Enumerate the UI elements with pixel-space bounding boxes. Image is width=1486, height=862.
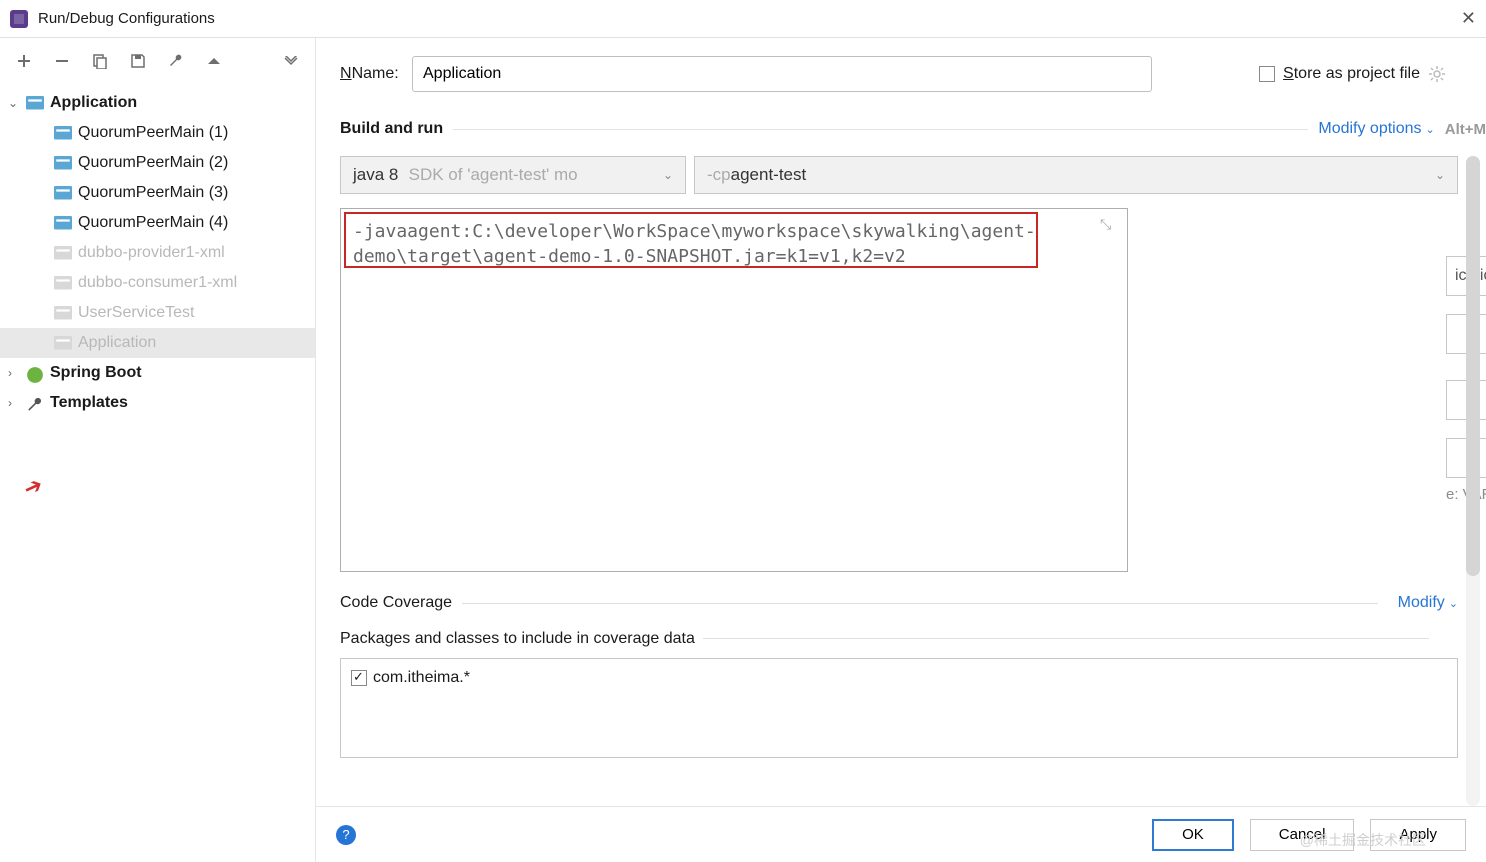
config-icon	[54, 306, 72, 320]
remove-icon[interactable]	[52, 51, 72, 71]
config-icon	[54, 216, 72, 230]
tree-item[interactable]: dubbo-consumer1-xml	[0, 268, 315, 298]
app-type-icon	[26, 96, 44, 110]
config-icon	[54, 126, 72, 140]
gear-icon[interactable]	[1428, 65, 1446, 83]
titlebar: Run/Debug Configurations ✕	[0, 0, 1486, 38]
more-icon[interactable]	[281, 51, 301, 71]
scrollbar-thumb[interactable]	[1466, 156, 1480, 576]
tree-item[interactable]: QuorumPeerMain (3)	[0, 178, 315, 208]
add-icon[interactable]	[14, 51, 34, 71]
store-checkbox[interactable]	[1259, 66, 1275, 82]
name-input[interactable]	[412, 56, 1152, 92]
annotation-arrow: ➔	[19, 471, 47, 502]
tree-item[interactable]: Application	[0, 328, 315, 358]
copy-icon[interactable]	[90, 51, 110, 71]
window-title: Run/Debug Configurations	[38, 10, 215, 27]
apply-button[interactable]: Apply	[1370, 819, 1466, 851]
config-icon	[54, 246, 72, 260]
coverage-checkbox[interactable]	[351, 670, 367, 686]
classpath-select[interactable]: -cp agent-test ⌄	[694, 156, 1458, 194]
chevron-down-icon: ⌄	[8, 96, 26, 110]
dialog-footer: ? OK Cancel Apply @稀土掘金技术社区	[316, 806, 1486, 862]
chevron-right-icon: ›	[8, 396, 26, 410]
tree-item[interactable]: UserServiceTest	[0, 298, 315, 328]
build-run-header: Build and run Modify options ⌄ Alt+M	[340, 120, 1486, 138]
config-icon	[54, 336, 72, 350]
tree-item[interactable]: dubbo-provider1-xml	[0, 238, 315, 268]
modify-hint: Alt+M	[1445, 121, 1486, 138]
vm-options-input[interactable]	[340, 208, 1128, 572]
chevron-right-icon: ›	[8, 366, 26, 380]
config-tree: ⌄ Application QuorumPeerMain (1)QuorumPe…	[0, 84, 315, 862]
up-icon[interactable]	[204, 51, 224, 71]
tree-item[interactable]: QuorumPeerMain (4)	[0, 208, 315, 238]
collapse-icon[interactable]: ⤡	[1100, 216, 1476, 233]
chevron-down-icon: ⌄	[1435, 168, 1445, 182]
scrollbar[interactable]	[1466, 156, 1480, 806]
right-panel: NName: Store as project file Build and r…	[316, 38, 1486, 862]
wrench-icon[interactable]	[166, 51, 186, 71]
tree-item[interactable]: QuorumPeerMain (1)	[0, 118, 315, 148]
wrench-icon	[26, 396, 44, 410]
config-toolbar	[0, 38, 315, 84]
config-icon	[54, 186, 72, 200]
name-label: NName:	[340, 65, 412, 83]
config-icon	[54, 156, 72, 170]
tree-item[interactable]: QuorumPeerMain (2)	[0, 148, 315, 178]
close-icon[interactable]: ✕	[1461, 8, 1476, 29]
save-icon[interactable]	[128, 51, 148, 71]
tree-node-templates[interactable]: › Templates	[0, 388, 315, 418]
packages-label: Packages and classes to include in cover…	[340, 630, 1486, 648]
help-icon[interactable]: ?	[336, 825, 356, 845]
modify-link[interactable]: Modify ⌄	[1398, 594, 1458, 612]
store-label: Store as project file	[1283, 65, 1420, 83]
coverage-item[interactable]: com.itheima.*	[351, 669, 1447, 687]
tree-node-spring-boot[interactable]: › Spring Boot	[0, 358, 315, 388]
tree-node-application[interactable]: ⌄ Application	[0, 88, 315, 118]
spring-icon	[26, 366, 44, 380]
ok-button[interactable]: OK	[1152, 819, 1234, 851]
left-panel: ⌄ Application QuorumPeerMain (1)QuorumPe…	[0, 38, 316, 862]
modify-options-link[interactable]: Modify options ⌄	[1318, 120, 1434, 138]
chevron-down-icon: ⌄	[663, 168, 673, 182]
app-icon	[10, 10, 28, 28]
coverage-list[interactable]: com.itheima.*	[340, 658, 1458, 758]
cancel-button[interactable]: Cancel	[1250, 819, 1355, 851]
config-icon	[54, 276, 72, 290]
jdk-select[interactable]: java 8 SDK of 'agent-test' mo ⌄	[340, 156, 686, 194]
code-coverage-header: Code Coverage Modify ⌄	[340, 594, 1486, 612]
